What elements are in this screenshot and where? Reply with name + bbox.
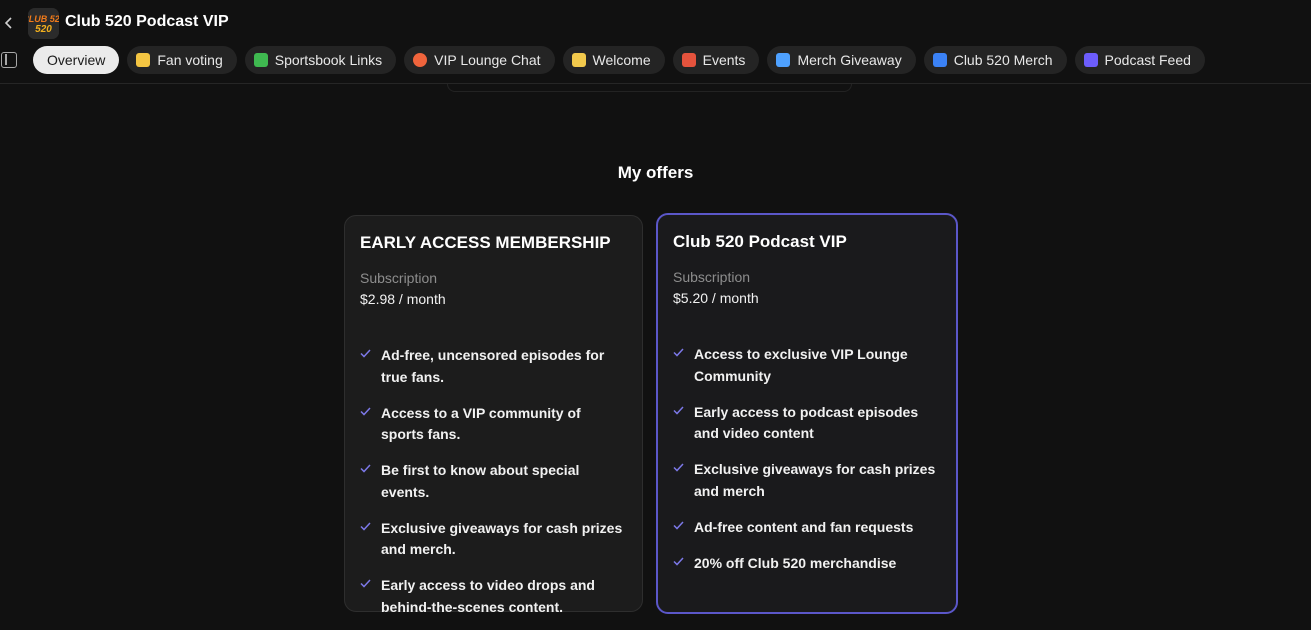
offer-card-club-520-vip[interactable]: Club 520 Podcast VIP Subscription $5.20 … xyxy=(656,213,958,614)
snowflake-icon xyxy=(776,53,791,67)
calendar-icon xyxy=(681,53,696,67)
tab-label: Events xyxy=(702,52,746,68)
feature-text: 20% off Club 520 merchandise xyxy=(694,554,897,571)
club-520-logo-icon: CLUB 520 520 xyxy=(28,8,59,39)
feature-item: Exclusive giveaways for cash prizes and … xyxy=(673,459,941,502)
tab-label: Sportsbook Links xyxy=(274,52,383,68)
previous-card-edge xyxy=(447,84,852,92)
tab-list: Overview Fan voting Sportsbook Links VIP… xyxy=(33,46,1205,74)
feed-icon xyxy=(1083,53,1098,67)
feature-text: Early access to podcast episodes and vid… xyxy=(694,403,919,442)
tab-club-520-merch[interactable]: Club 520 Merch xyxy=(923,46,1067,74)
check-icon xyxy=(673,553,685,575)
cap-icon xyxy=(932,53,947,67)
feature-text: Exclusive giveaways for cash prizes and … xyxy=(694,461,936,499)
feature-text: Access to exclusive VIP Lounge Community xyxy=(694,346,908,384)
tab-vip-lounge-chat[interactable]: VIP Lounge Chat xyxy=(404,46,555,74)
clover-icon xyxy=(253,53,268,67)
app-title: Club 520 Podcast VIP xyxy=(65,13,229,30)
feature-list: Access to exclusive VIP Lounge Community… xyxy=(673,344,941,574)
offer-price: $5.20 / month xyxy=(673,290,759,306)
tab-label: Merch Giveaway xyxy=(797,52,902,68)
feature-item: Ad-free content and fan requests xyxy=(673,517,941,539)
feature-list: Ad-free, uncensored episodes for true fa… xyxy=(360,345,627,618)
tab-label: Fan voting xyxy=(157,52,223,68)
feature-text: Exclusive giveaways for cash prizes and … xyxy=(381,519,623,558)
feature-text: Access to a VIP community of sports fans… xyxy=(381,404,581,443)
offer-type: Subscription xyxy=(673,269,751,285)
tab-podcast-feed[interactable]: Podcast Feed xyxy=(1074,46,1205,74)
tab-label: Overview xyxy=(47,52,106,68)
check-icon xyxy=(360,460,372,503)
feature-item: Ad-free, uncensored episodes for true fa… xyxy=(360,345,627,388)
check-icon xyxy=(673,344,685,387)
offer-name: EARLY ACCESS MEMBERSHIP xyxy=(360,233,611,252)
feature-text: Ad-free content and fan requests xyxy=(694,518,914,535)
section-title: My offers xyxy=(617,163,694,182)
feature-item: Access to a VIP community of sports fans… xyxy=(360,403,627,446)
tab-label: VIP Lounge Chat xyxy=(434,52,541,68)
offer-type: Subscription xyxy=(360,270,438,286)
offer-card-early-access[interactable]: EARLY ACCESS MEMBERSHIP Subscription $2.… xyxy=(344,215,643,615)
feature-item: Early access to podcast episodes and vid… xyxy=(673,402,941,445)
chat-bubble-icon xyxy=(413,53,428,67)
check-icon xyxy=(360,345,372,388)
feature-item: Early access to video drops and behind-t… xyxy=(360,575,627,618)
chevron-left-icon xyxy=(4,17,12,29)
tab-events[interactable]: Events xyxy=(672,46,760,74)
tab-merch-giveaway[interactable]: Merch Giveaway xyxy=(767,46,916,74)
check-icon xyxy=(360,575,372,618)
offer-name: Club 520 Podcast VIP xyxy=(673,232,847,251)
sidebar-toggle-icon[interactable] xyxy=(1,52,17,68)
feature-item: 20% off Club 520 merchandise xyxy=(673,553,941,575)
wave-hand-icon xyxy=(571,53,586,67)
check-icon xyxy=(673,402,685,445)
feature-text: Be first to know about special events. xyxy=(381,462,580,500)
offer-price: $2.98 / month xyxy=(360,291,446,307)
tab-welcome[interactable]: Welcome xyxy=(562,46,665,74)
check-icon xyxy=(360,518,372,561)
check-icon xyxy=(673,517,685,539)
feature-item: Be first to know about special events. xyxy=(360,460,627,503)
tabs-bar: Overview Fan voting Sportsbook Links VIP… xyxy=(0,46,1311,84)
svg-text:520: 520 xyxy=(35,24,52,35)
tab-overview[interactable]: Overview xyxy=(33,46,120,74)
app-logo: CLUB 520 520 xyxy=(28,8,59,39)
check-icon xyxy=(360,403,372,446)
svg-text:CLUB 520: CLUB 520 xyxy=(28,14,59,24)
feature-item: Exclusive giveaways for cash prizes and … xyxy=(360,518,627,561)
tab-label: Podcast Feed xyxy=(1104,52,1191,68)
feature-item: Access to exclusive VIP Lounge Community xyxy=(673,344,941,387)
tab-label: Welcome xyxy=(592,52,651,68)
check-icon xyxy=(673,459,685,502)
top-bar: CLUB 520 520 Club 520 Podcast VIP xyxy=(0,0,1311,46)
back-button[interactable] xyxy=(0,12,18,34)
feature-text: Ad-free, uncensored episodes for true fa… xyxy=(381,347,605,385)
tab-fan-voting[interactable]: Fan voting xyxy=(127,46,237,74)
tab-label: Club 520 Merch xyxy=(953,52,1053,68)
thumbs-icon xyxy=(136,53,151,67)
tab-sportsbook-links[interactable]: Sportsbook Links xyxy=(244,46,397,74)
feature-text: Early access to video drops and behind-t… xyxy=(381,577,595,615)
